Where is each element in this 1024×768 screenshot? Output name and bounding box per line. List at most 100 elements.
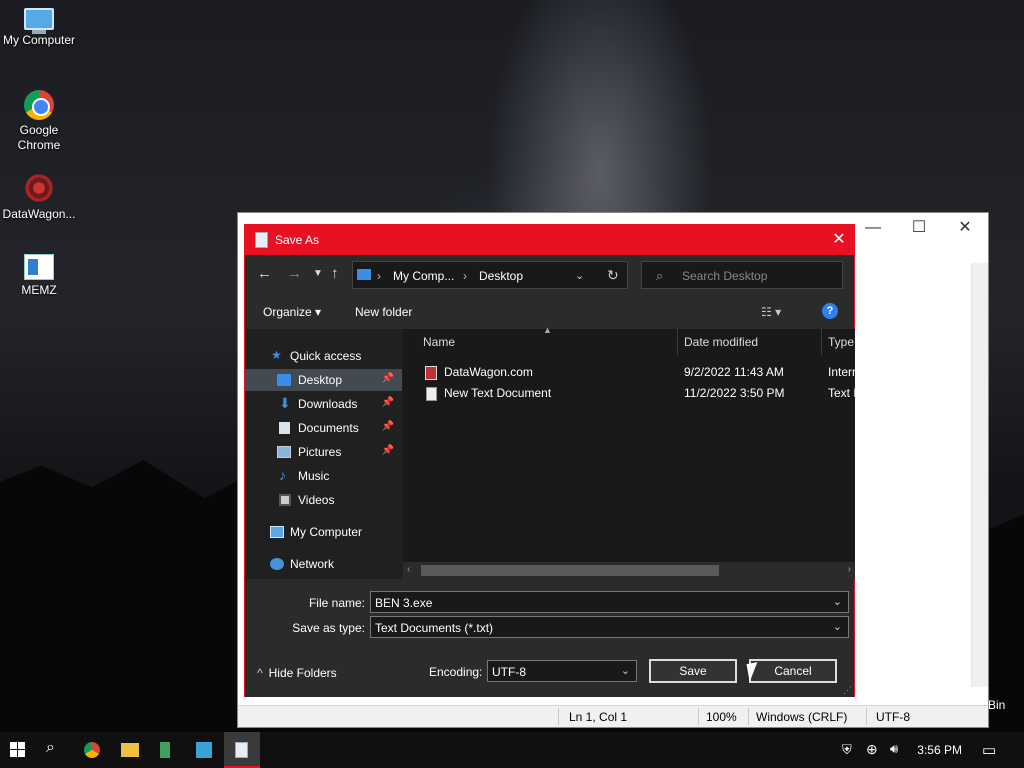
breadcrumb-separator-icon: ›	[463, 269, 467, 283]
column-header-name[interactable]: Name	[423, 335, 455, 349]
organize-menu[interactable]: Organize ▾	[263, 305, 321, 319]
back-arrow-icon[interactable]: ←	[257, 265, 272, 282]
memz-icon[interactable]	[196, 742, 212, 758]
internet-shortcut-icon	[425, 366, 437, 380]
hide-folders-toggle[interactable]: ^ Hide Folders	[257, 666, 337, 680]
desktop-icon-google-chrome[interactable]: Google Chrome	[0, 90, 78, 153]
dialog-title: Save As	[275, 233, 320, 247]
scroll-left-icon[interactable]: ‹	[407, 564, 410, 575]
refresh-icon[interactable]: ↻	[607, 267, 619, 284]
pin-icon[interactable]: 📌	[382, 373, 394, 384]
column-header-date-modified[interactable]: Date modified	[684, 335, 758, 349]
file-row[interactable]: New Text Document 11/2/2022 3:50 PM Text…	[403, 383, 855, 404]
address-dropdown-chevron-icon[interactable]: ⌄	[575, 269, 584, 282]
encoding-select[interactable]: UTF-8 ⌄	[487, 660, 637, 682]
address-bar[interactable]: › My Comp... › Desktop ⌄ ↻	[352, 261, 628, 289]
minimize-icon[interactable]: —	[850, 213, 896, 243]
taskbar-notepad-active[interactable]	[224, 732, 260, 768]
file-name-input[interactable]: BEN 3.exe ⌄	[370, 591, 849, 613]
chevron-down-icon[interactable]: ⌄	[833, 620, 842, 633]
up-arrow-icon[interactable]: ↑	[331, 265, 339, 282]
zoom-level: 100%	[706, 710, 737, 724]
shield-icon[interactable]: ⛨	[842, 742, 852, 758]
chevron-up-icon: ^	[257, 666, 263, 680]
new-folder-button[interactable]: New folder	[355, 305, 412, 319]
search-icon: ⌕	[656, 268, 664, 283]
clock[interactable]: 3:56 PM	[917, 743, 962, 757]
desktop-icon-label: DataWagon...	[2, 207, 76, 221]
desktop-icon-label: My Computer	[2, 33, 76, 47]
chevron-down-icon[interactable]: ⌄	[621, 664, 630, 677]
save-options-panel: File name: BEN 3.exe ⌄ Save as type: Tex…	[245, 579, 854, 697]
encoding-value: UTF-8	[492, 665, 526, 679]
breadcrumb-separator-icon: ›	[377, 269, 381, 283]
desktop-icon-label: MEMZ	[21, 283, 57, 297]
help-icon[interactable]: ?	[822, 303, 838, 319]
cancel-button[interactable]: Cancel	[749, 659, 837, 683]
close-icon[interactable]: ✕	[824, 225, 854, 255]
nav-my-computer[interactable]: My Computer	[245, 521, 402, 543]
file-row[interactable]: DataWagon.com 9/2/2022 11:43 AM Interr	[403, 362, 855, 383]
nav-label: Network	[290, 557, 335, 571]
notifications-icon[interactable]: ▭	[982, 741, 996, 759]
save-as-type-select[interactable]: Text Documents (*.txt) ⌄	[370, 616, 849, 638]
pin-icon[interactable]: 📌	[382, 445, 394, 456]
close-icon[interactable]: ✕	[942, 213, 988, 243]
breadcrumb-desktop[interactable]: Desktop	[479, 269, 523, 283]
dialog-titlebar[interactable]: Save As ✕	[245, 225, 854, 255]
desktop-icon-datawagon[interactable]: DataWagon...	[0, 172, 78, 222]
pin-icon[interactable]: 📌	[382, 397, 394, 408]
nav-pictures[interactable]: Pictures 📌	[245, 441, 402, 463]
recycle-bin-label[interactable]: Bin	[988, 698, 1005, 712]
nav-downloads[interactable]: ⬇ Downloads 📌	[245, 393, 402, 415]
nav-music[interactable]: ♪ Music	[245, 465, 402, 487]
forward-arrow-icon[interactable]: →	[287, 265, 302, 282]
column-header-type[interactable]: Type	[828, 335, 854, 349]
search-input[interactable]: ⌕ Search Desktop	[641, 261, 843, 289]
nav-label: Quick access	[290, 349, 362, 363]
search-icon[interactable]: ⌕	[46, 739, 66, 759]
computer-icon	[24, 8, 54, 34]
file-name-label: File name:	[308, 596, 365, 610]
notepad-icon	[235, 742, 248, 758]
maximize-icon[interactable]: ☐	[896, 213, 942, 243]
volume-icon[interactable]: 🔊︎	[890, 741, 898, 757]
breadcrumb-my-computer[interactable]: My Comp...	[393, 269, 454, 283]
resize-grip-icon[interactable]: ⋰	[843, 685, 852, 696]
view-options-icon[interactable]: ☷ ▾	[761, 305, 781, 319]
recent-locations-chevron-icon[interactable]: ▼	[313, 268, 323, 279]
save-button[interactable]: Save	[649, 659, 737, 683]
save-as-type-value: Text Documents (*.txt)	[375, 621, 494, 635]
text-document-icon	[426, 387, 437, 401]
chrome-icon	[24, 90, 54, 120]
navigation-bar: ← → ▼ ↑ › My Comp... › Desktop ⌄ ↻ ⌕ Sea…	[245, 255, 854, 295]
app-icon[interactable]	[160, 742, 170, 758]
navigation-pane: ★ Quick access Desktop 📌 ⬇ Downloads 📌 D…	[245, 329, 402, 579]
chevron-down-icon[interactable]: ⌄	[833, 595, 842, 608]
file-name-value: BEN 3.exe	[375, 596, 433, 610]
nav-label: Music	[298, 469, 330, 483]
chrome-icon[interactable]	[84, 742, 100, 758]
file-explorer-icon[interactable]	[121, 743, 139, 757]
nav-videos[interactable]: Videos	[245, 489, 402, 511]
nav-quick-access[interactable]: ★ Quick access	[245, 345, 402, 367]
memz-icon	[24, 254, 54, 280]
nav-desktop[interactable]: Desktop 📌	[245, 369, 402, 391]
network-icon	[270, 558, 284, 570]
star-icon: ★	[271, 348, 282, 362]
desktop-icon-memz[interactable]: MEMZ	[0, 254, 78, 298]
scrollbar-thumb[interactable]	[421, 565, 719, 576]
notepad-vertical-scrollbar[interactable]	[971, 263, 988, 687]
nav-documents[interactable]: Documents 📌	[245, 417, 402, 439]
pin-icon[interactable]: 📌	[382, 421, 394, 432]
search-placeholder: Search Desktop	[682, 269, 768, 283]
file-type: Text D	[828, 386, 855, 400]
horizontal-scrollbar[interactable]: ‹ ›	[403, 562, 855, 579]
start-windows-icon[interactable]	[8, 740, 28, 760]
nav-network[interactable]: Network	[245, 553, 402, 575]
network-globe-icon[interactable]: ⊕	[866, 741, 878, 758]
file-type: Interr	[828, 365, 855, 379]
scroll-right-icon[interactable]: ›	[848, 564, 851, 575]
desktop-icon-my-computer[interactable]: My Computer	[0, 8, 78, 48]
music-note-icon: ♪	[279, 467, 286, 483]
